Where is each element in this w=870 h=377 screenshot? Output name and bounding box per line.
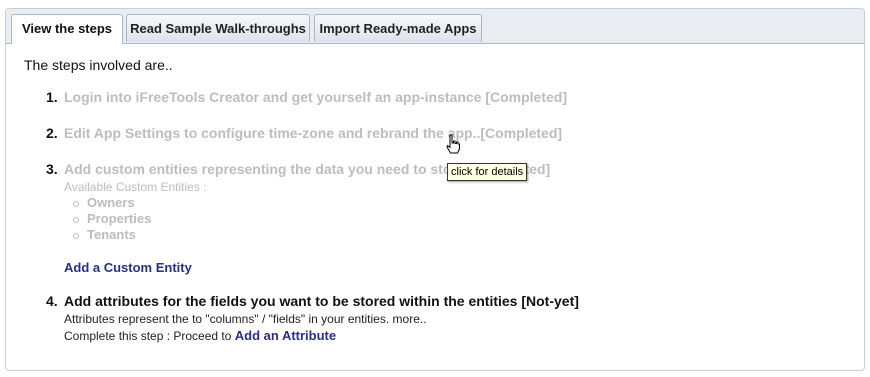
step-number: 3.: [46, 161, 58, 177]
tab-panel: View the steps Read Sample Walk-throughs…: [5, 8, 865, 371]
entities-label: Available Custom Entities :: [64, 180, 207, 194]
step-4-proceed: Complete this step : Proceed to Add an A…: [64, 328, 336, 343]
step-number: 1.: [46, 89, 58, 105]
step-number: 2.: [46, 125, 58, 141]
step-text[interactable]: Add attributes for the fields you want t…: [64, 293, 579, 309]
intro-text: The steps involved are..: [24, 57, 173, 73]
add-custom-entity-row: Add a Custom Entity: [64, 259, 192, 277]
entity-item: Tenants: [73, 227, 136, 242]
add-attribute-link[interactable]: Add an Attribute: [235, 328, 336, 343]
entity-item: Properties: [72, 211, 152, 226]
entity-item: Owners: [73, 195, 135, 210]
tab-content: The steps involved are.. 1. Login into i…: [6, 44, 864, 370]
tab-view-steps[interactable]: View the steps: [11, 14, 123, 44]
step-text[interactable]: Edit App Settings to configure time-zone…: [64, 125, 562, 141]
tooltip: click for details: [447, 163, 528, 181]
tab-import-apps[interactable]: Import Ready-made Apps: [314, 14, 482, 42]
step-4-description: Attributes represent the to "columns" / …: [64, 312, 427, 326]
tab-bar: View the steps Read Sample Walk-throughs…: [6, 9, 864, 44]
tab-sample-walkthroughs[interactable]: Read Sample Walk-throughs: [126, 14, 310, 42]
add-custom-entity-link[interactable]: Add a Custom Entity: [64, 260, 192, 275]
step-number: 4.: [46, 293, 58, 309]
hand-pointer-icon: [446, 134, 460, 154]
proceed-prefix: Complete this step : Proceed to: [64, 329, 232, 343]
step-text[interactable]: Login into iFreeTools Creator and get yo…: [64, 89, 567, 105]
